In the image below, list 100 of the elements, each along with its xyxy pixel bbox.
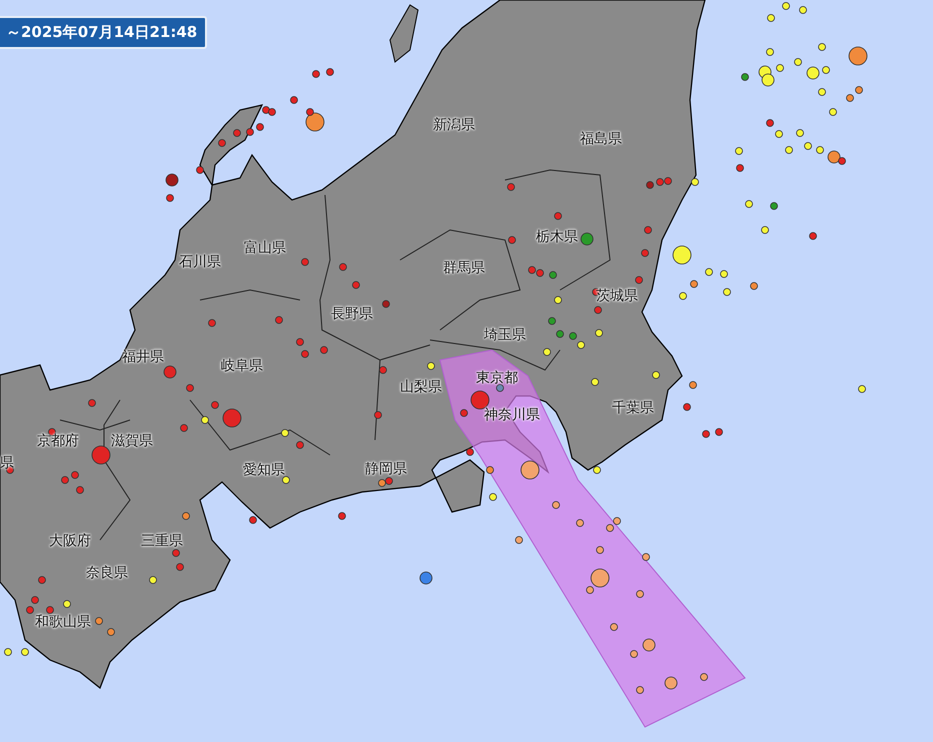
earthquake-marker[interactable]	[652, 371, 660, 379]
earthquake-marker[interactable]	[596, 546, 604, 554]
earthquake-marker[interactable]	[577, 341, 585, 349]
earthquake-marker[interactable]	[664, 676, 678, 690]
earthquake-marker[interactable]	[636, 590, 644, 598]
earthquake-marker[interactable]	[735, 147, 743, 155]
earthquake-marker[interactable]	[182, 512, 190, 520]
earthquake-marker[interactable]	[31, 596, 39, 604]
earthquake-marker[interactable]	[799, 6, 807, 14]
earthquake-marker[interactable]	[818, 88, 826, 96]
earthquake-marker[interactable]	[61, 476, 69, 484]
earthquake-marker[interactable]	[176, 563, 184, 571]
earthquake-marker[interactable]	[705, 268, 713, 276]
earthquake-marker[interactable]	[818, 43, 826, 51]
earthquake-marker[interactable]	[312, 70, 320, 78]
earthquake-marker[interactable]	[281, 429, 289, 437]
earthquake-marker[interactable]	[672, 246, 692, 264]
earthquake-marker[interactable]	[741, 73, 749, 81]
earthquake-marker[interactable]	[848, 46, 868, 66]
earthquake-marker[interactable]	[736, 164, 744, 172]
earthquake-marker[interactable]	[301, 350, 309, 358]
earthquake-marker[interactable]	[496, 384, 504, 392]
earthquake-marker[interactable]	[761, 226, 769, 234]
earthquake-marker[interactable]	[552, 501, 560, 509]
earthquake-marker[interactable]	[664, 177, 672, 185]
earthquake-marker[interactable]	[196, 166, 204, 174]
earthquake-marker[interactable]	[26, 606, 34, 614]
earthquake-marker[interactable]	[378, 479, 386, 487]
earthquake-marker[interactable]	[630, 650, 638, 658]
earthquake-marker[interactable]	[591, 378, 599, 386]
earthquake-marker[interactable]	[644, 226, 652, 234]
earthquake-marker[interactable]	[306, 108, 314, 116]
earthquake-marker[interactable]	[613, 517, 621, 525]
earthquake-marker[interactable]	[590, 568, 610, 588]
earthquake-marker[interactable]	[233, 129, 241, 137]
earthquake-marker[interactable]	[829, 108, 837, 116]
earthquake-marker[interactable]	[296, 441, 304, 449]
earthquake-marker[interactable]	[794, 58, 802, 66]
earthquake-marker[interactable]	[507, 183, 515, 191]
earthquake-marker[interactable]	[326, 68, 334, 76]
earthquake-marker[interactable]	[816, 146, 824, 154]
earthquake-marker[interactable]	[855, 86, 863, 94]
earthquake-marker[interactable]	[595, 329, 603, 337]
earthquake-marker[interactable]	[76, 486, 84, 494]
earthquake-marker[interactable]	[222, 408, 242, 428]
earthquake-marker[interactable]	[149, 576, 157, 584]
earthquake-marker[interactable]	[762, 74, 774, 86]
earthquake-marker[interactable]	[549, 271, 557, 279]
earthquake-marker[interactable]	[172, 549, 180, 557]
earthquake-marker[interactable]	[642, 553, 650, 561]
earthquake-marker[interactable]	[569, 332, 577, 340]
earthquake-marker[interactable]	[528, 266, 536, 274]
earthquake-marker[interactable]	[246, 128, 254, 136]
earthquake-marker[interactable]	[71, 471, 79, 479]
earthquake-marker[interactable]	[180, 424, 188, 432]
earthquake-marker[interactable]	[775, 130, 783, 138]
earthquake-marker[interactable]	[822, 66, 830, 74]
earthquake-marker[interactable]	[770, 202, 778, 210]
earthquake-marker[interactable]	[745, 200, 753, 208]
earthquake-marker[interactable]	[186, 384, 194, 392]
earthquake-marker[interactable]	[543, 348, 551, 356]
earthquake-marker[interactable]	[809, 232, 817, 240]
earthquake-marker[interactable]	[586, 586, 594, 594]
earthquake-marker[interactable]	[466, 448, 474, 456]
earthquake-marker[interactable]	[520, 460, 540, 480]
earthquake-marker[interactable]	[689, 381, 697, 389]
earthquake-marker[interactable]	[804, 142, 812, 150]
earthquake-marker[interactable]	[594, 306, 602, 314]
earthquake-marker[interactable]	[92, 446, 110, 464]
earthquake-marker[interactable]	[641, 249, 649, 257]
earthquake-marker[interactable]	[858, 385, 866, 393]
earthquake-marker[interactable]	[256, 123, 264, 131]
earthquake-marker[interactable]	[38, 576, 46, 584]
earthquake-marker[interactable]	[766, 119, 774, 127]
earthquake-marker[interactable]	[723, 288, 731, 296]
earthquake-marker[interactable]	[218, 139, 226, 147]
earthquake-marker[interactable]	[164, 366, 176, 378]
earthquake-marker[interactable]	[715, 428, 723, 436]
earthquake-marker[interactable]	[268, 108, 276, 116]
earthquake-marker[interactable]	[700, 673, 708, 681]
earthquake-marker[interactable]	[339, 263, 347, 271]
earthquake-marker[interactable]	[379, 366, 387, 374]
earthquake-marker[interactable]	[63, 600, 71, 608]
earthquake-marker[interactable]	[776, 64, 784, 72]
earthquake-marker[interactable]	[806, 66, 820, 80]
earthquake-marker[interactable]	[306, 112, 324, 132]
earthquake-marker[interactable]	[580, 232, 594, 246]
earthquake-marker[interactable]	[249, 516, 257, 524]
earthquake-marker[interactable]	[536, 269, 544, 277]
earthquake-marker[interactable]	[420, 572, 432, 584]
earthquake-marker[interactable]	[828, 150, 840, 164]
earthquake-marker[interactable]	[460, 409, 468, 417]
earthquake-marker[interactable]	[489, 493, 497, 501]
earthquake-marker[interactable]	[691, 178, 699, 186]
earthquake-marker[interactable]	[702, 430, 710, 438]
earthquake-marker[interactable]	[515, 536, 523, 544]
earthquake-marker[interactable]	[427, 362, 435, 370]
earthquake-marker[interactable]	[166, 174, 178, 186]
earthquake-marker[interactable]	[646, 181, 654, 189]
earthquake-marker[interactable]	[262, 106, 270, 114]
